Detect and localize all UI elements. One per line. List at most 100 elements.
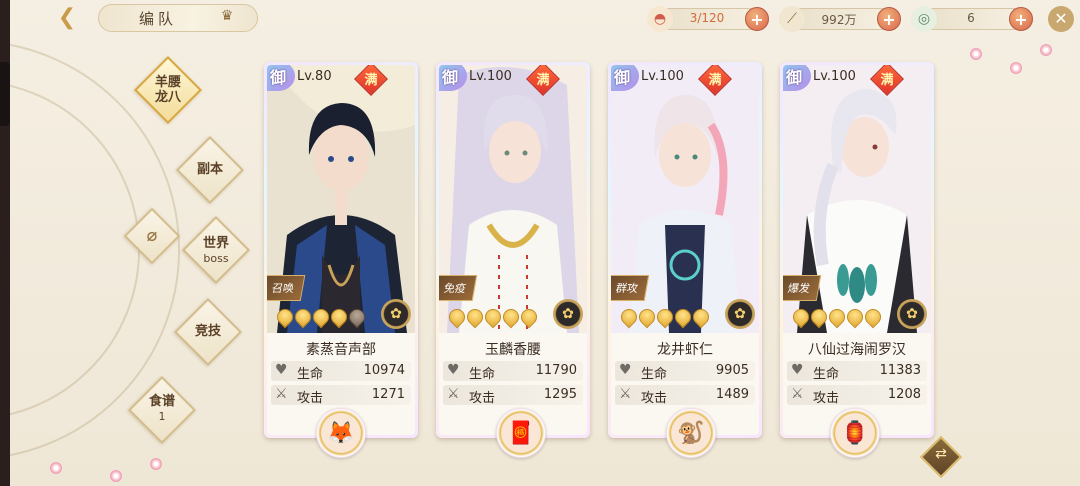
blossom-decor: [150, 458, 162, 470]
level-text: Lv.100: [813, 69, 856, 84]
bowl-icon: ◓: [647, 6, 673, 32]
attack-row: ⚔ 攻击 1208: [787, 385, 927, 406]
nav-label: 竞技: [194, 324, 221, 339]
back-button[interactable]: ❮: [38, 3, 96, 31]
card-body: 御 Lv.100 满 群攻 ✿ 龙井虾仁 ♥ 生命 9905 ⚔ 攻击 1489: [611, 65, 759, 435]
character-name: 龙井虾仁: [657, 342, 713, 358]
character-card[interactable]: 御 Lv.100 满 群攻 ✿ 龙井虾仁 ♥ 生命 9905 ⚔ 攻击 1489: [608, 62, 762, 438]
support-slot[interactable]: 🏮: [830, 408, 880, 458]
character-card[interactable]: 御 Lv.80 满 召唤 ✿ 素蒸音声部 ♥ 生命 10974 ⚔ 攻击 127…: [264, 62, 418, 438]
support-slot[interactable]: 🧧: [496, 408, 546, 458]
attack-value: 1295: [543, 387, 577, 402]
star-icon: [345, 305, 369, 329]
star-icon: [843, 305, 867, 329]
star-icon: [635, 305, 659, 329]
skill-type-tag: 免疫: [439, 275, 478, 301]
attack-row: ⚔ 攻击 1489: [615, 385, 755, 406]
character-card[interactable]: 御 Lv.100 满 免疫 ✿ 玉麟香腰 ♥ 生命 11790 ⚔ 攻击 129…: [436, 62, 590, 438]
character-card[interactable]: 御 Lv.100 满 爆发 ✿ 八仙过海闹罗汉 ♥ 生命 11383 ⚔ 攻击: [780, 62, 934, 438]
nav-label: 世界 boss: [202, 236, 229, 265]
level-text: Lv.100: [469, 69, 512, 84]
support-slot[interactable]: 🦊: [316, 408, 366, 458]
heart-icon: ♥: [447, 362, 460, 378]
page-title: 编队: [139, 9, 178, 28]
crown-icon: ♛: [220, 8, 234, 24]
hp-label: 生命: [813, 367, 840, 382]
hp-label: 生命: [297, 367, 324, 382]
attack-value: 1489: [715, 387, 749, 402]
resource-bowls: ◓ 3/120 +: [647, 6, 769, 32]
star-icon: [653, 305, 677, 329]
support-avatar-icon: 🏮: [841, 420, 869, 446]
heart-icon: ♥: [791, 362, 804, 378]
star-icon: [327, 305, 351, 329]
blossom-decor: [970, 48, 982, 60]
star-icon: [671, 305, 695, 329]
add-coins-button[interactable]: +: [1009, 7, 1033, 31]
hp-value: 10974: [363, 363, 405, 378]
hp-value: 11383: [879, 363, 921, 378]
level-text: Lv.80: [297, 69, 332, 84]
close-icon: ✕: [1054, 9, 1068, 28]
hp-label: 生命: [469, 367, 496, 382]
coin-icon: ◎: [911, 6, 937, 32]
star-icon: [309, 305, 333, 329]
star-icon: [789, 305, 813, 329]
formation-screen: ❮ 编队 ♛ ◓ 3/120 + ⟋ 992万 + ◎ 6 + ✕ 羊腰 龙八 副…: [10, 0, 1080, 486]
sword-icon: ⚔: [275, 386, 288, 402]
close-button[interactable]: ✕: [1048, 6, 1074, 32]
blossom-decor: [110, 470, 122, 482]
star-rating: [617, 305, 713, 329]
resource-coins: ◎ 6 +: [911, 6, 1033, 32]
star-icon: [291, 305, 315, 329]
support-slot[interactable]: 🐒: [666, 408, 716, 458]
attack-value: 1208: [887, 387, 921, 402]
character-name: 八仙过海闹罗汉: [808, 342, 906, 358]
star-icon: [825, 305, 849, 329]
card-body: 御 Lv.80 满 召唤 ✿ 素蒸音声部 ♥ 生命 10974 ⚔ 攻击 127…: [267, 65, 415, 435]
blossom-decor: [1040, 44, 1052, 56]
attack-label: 攻击: [813, 391, 840, 406]
heart-icon: ♥: [619, 362, 632, 378]
skill-type-tag: 群攻: [611, 275, 650, 301]
support-avatar-icon: 🐒: [677, 420, 705, 446]
blossom-decor: [1010, 62, 1022, 74]
star-icon: [517, 305, 541, 329]
star-icon: [481, 305, 505, 329]
element-icon: ✿: [725, 299, 755, 329]
resource-value: 3/120: [689, 11, 725, 25]
attack-label: 攻击: [469, 391, 496, 406]
top-bar: ❮ 编队 ♛ ◓ 3/120 + ⟋ 992万 + ◎ 6 + ✕: [10, 0, 1080, 36]
nav-label: 羊腰 龙八: [154, 75, 181, 105]
star-rating: [789, 305, 885, 329]
hp-value: 9905: [715, 363, 749, 378]
element-icon: ✿: [381, 299, 411, 329]
chopsticks-icon: ⟋: [779, 6, 805, 32]
hp-row: ♥ 生命 11383: [787, 361, 927, 382]
hp-row: ♥ 生命 11790: [443, 361, 583, 382]
attack-label: 攻击: [297, 391, 324, 406]
max-badge-text: 满: [880, 73, 894, 88]
star-icon: [617, 305, 641, 329]
star-icon: [445, 305, 469, 329]
star-icon: [861, 305, 885, 329]
add-bowls-button[interactable]: +: [745, 7, 769, 31]
side-handle[interactable]: [0, 62, 10, 126]
max-badge-text: 满: [536, 73, 550, 88]
star-rating: [273, 305, 369, 329]
level-text: Lv.100: [641, 69, 684, 84]
sword-icon: ⚔: [619, 386, 632, 402]
hp-value: 11790: [535, 363, 577, 378]
star-icon: [807, 305, 831, 329]
skill-type-tag: 召唤: [267, 275, 306, 301]
support-avatar-icon: 🧧: [507, 420, 535, 446]
feather-icon: ⌀: [146, 225, 158, 246]
swap-icon: ⇄: [935, 446, 947, 462]
attack-row: ⚔ 攻击 1295: [443, 385, 583, 406]
attack-value: 1271: [371, 387, 405, 402]
support-avatar-icon: 🦊: [327, 420, 355, 446]
star-icon: [463, 305, 487, 329]
add-money-button[interactable]: +: [877, 7, 901, 31]
resource-money: ⟋ 992万 +: [779, 6, 901, 32]
star-icon: [499, 305, 523, 329]
